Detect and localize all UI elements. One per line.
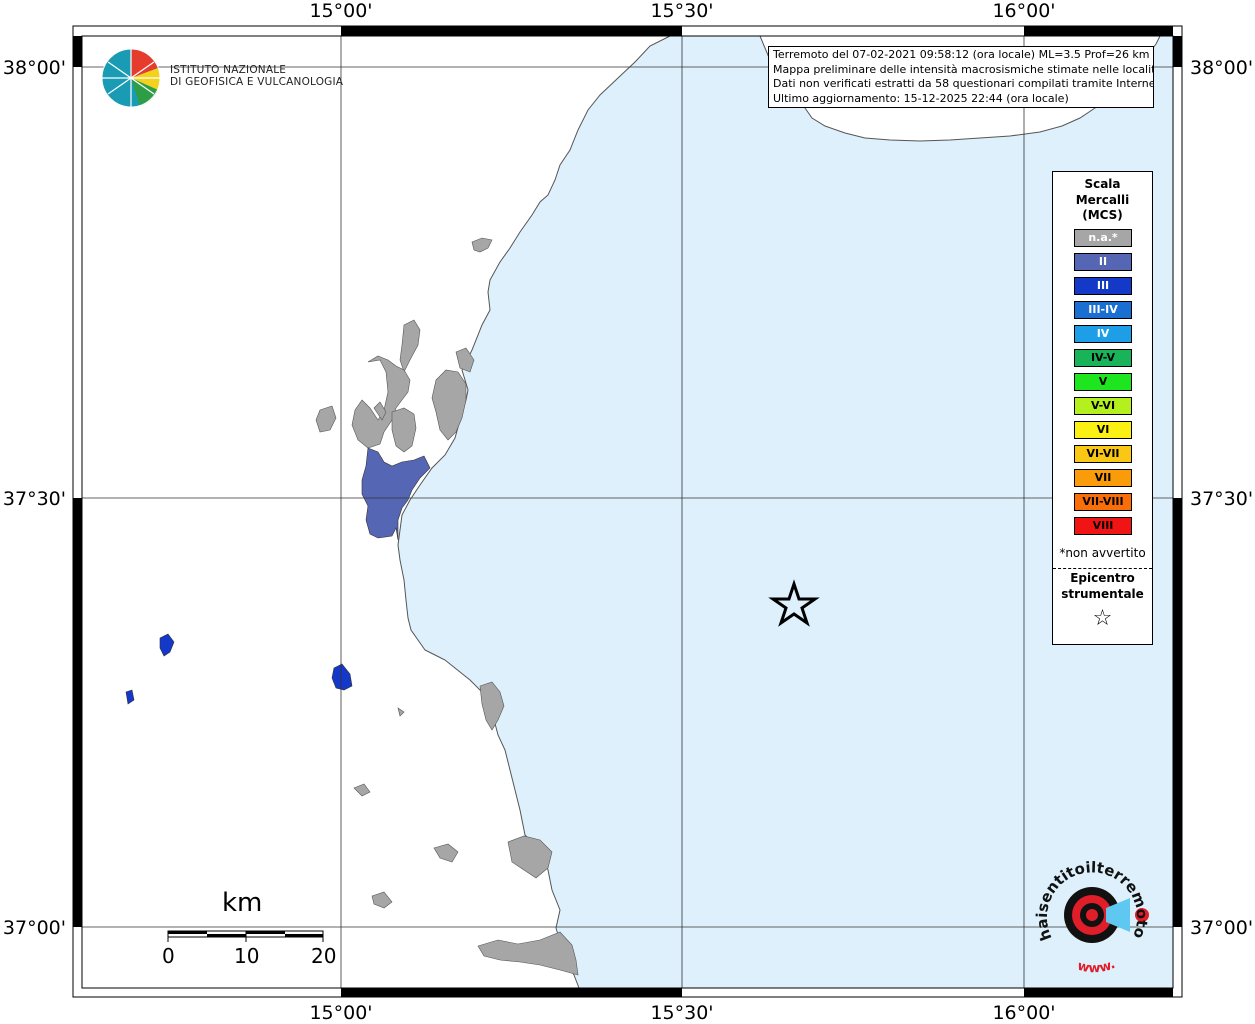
hsit-logo[interactable]: haisentitoilterremoto.it www. [1030, 846, 1154, 980]
legend-title: Scala Mercalli (MCS) [1053, 177, 1152, 224]
legend-title-line3: (MCS) [1082, 208, 1123, 222]
legend-swatch: IV-V [1074, 349, 1132, 367]
legend-not-felt-note: *non avvertito [1059, 546, 1146, 560]
tick-top-1: 15°00' [309, 0, 372, 22]
legend-swatch: III [1074, 277, 1132, 295]
tick-right-1: 38°00' [1190, 57, 1253, 79]
scale-unit: km [222, 888, 263, 918]
legend-title-line2: Mercalli [1075, 192, 1130, 207]
tick-left-1: 38°00' [3, 57, 66, 79]
tick-bottom-2: 15°30' [650, 1002, 713, 1024]
scale-label-10: 10 [234, 944, 260, 968]
event-info-line4: Ultimo aggiornamento: 15-12-2025 22:44 (… [773, 91, 1069, 105]
legend-epicenter-label: Epicentro strumentale [1053, 571, 1152, 602]
legend-swatch: n.a.* [1074, 229, 1132, 247]
ingv-globe-icon [101, 48, 161, 108]
legend-swatch: V-VI [1074, 397, 1132, 415]
hsit-www: www. [1076, 957, 1118, 976]
legend-star-icon: ☆ [1092, 606, 1113, 631]
tick-bottom-1: 15°00' [309, 1002, 372, 1024]
legend-swatch: V [1074, 373, 1132, 391]
ingv-name-line1: ISTITUTO NAZIONALE [170, 64, 287, 76]
scale-label-0: 0 [162, 944, 175, 968]
tick-top-2: 15°30' [650, 0, 713, 22]
legend-separator [1053, 568, 1152, 569]
legend-swatch: VI [1074, 421, 1132, 439]
legend-epicenter-line1: Epicentro [1070, 571, 1135, 585]
legend-swatch: VII [1074, 469, 1132, 487]
ingv-name-line2: DI GEOFISICA E VULCANOLOGIA [170, 76, 344, 88]
scale-label-20: 20 [311, 944, 337, 968]
tick-left-3: 37°00' [3, 917, 66, 939]
event-info-line2: Mappa preliminare delle intensità macros… [773, 62, 1154, 76]
event-info-line3: Dati non verificati estratti da 58 quest… [773, 77, 1154, 90]
tick-left-2: 37°30' [3, 488, 66, 510]
legend-swatch: III-IV [1074, 301, 1132, 319]
legend-title-line1: Scala [1084, 177, 1121, 191]
legend-swatch: VIII [1074, 517, 1132, 535]
tick-right-3: 37°00' [1190, 917, 1253, 939]
legend-swatch: IV [1074, 325, 1132, 343]
legend-epicenter-line2: strumentale [1061, 586, 1144, 601]
tick-right-2: 37°30' [1190, 488, 1253, 510]
tick-top-3: 16°00' [992, 0, 1055, 22]
legend-swatch: VI-VII [1074, 445, 1132, 463]
ingv-name: ISTITUTO NAZIONALE DI GEOFISICA E VULCAN… [170, 64, 343, 88]
legend-swatch: II [1074, 253, 1132, 271]
tick-bottom-3: 16°00' [992, 1002, 1055, 1024]
legend-swatch: VII-VIII [1074, 493, 1132, 511]
event-info-box: Terremoto del 07-02-2021 09:58:12 (ora l… [768, 46, 1154, 108]
mcs-legend: Scala Mercalli (MCS) n.a.* II III III-IV IV I… [1052, 171, 1153, 645]
event-info-line1: Terremoto del 07-02-2021 09:58:12 (ora l… [773, 48, 1150, 61]
